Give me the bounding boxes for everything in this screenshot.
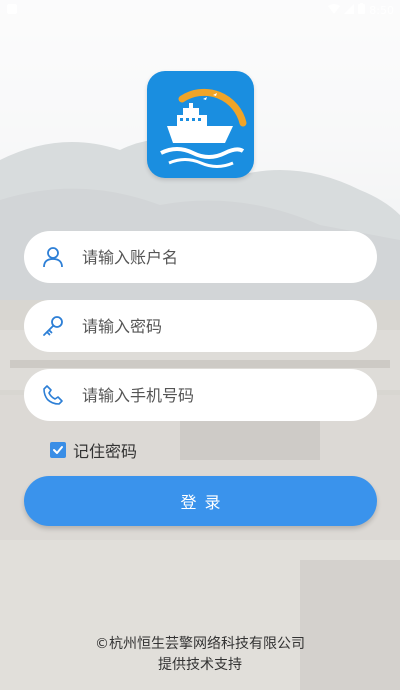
phone-icon <box>40 382 66 408</box>
remember-checkbox[interactable] <box>50 442 66 458</box>
account-field[interactable] <box>24 231 377 283</box>
footer-company: ©杭州恒生芸擎网络科技有限公司 <box>95 636 305 652</box>
status-time: 8:50 <box>369 3 394 17</box>
signal-icon <box>344 3 355 17</box>
login-screen: 8:50 请输入账户名 请输入手机号码 记住密码 登录 ©杭州恒生芸擎网络科技有… <box>0 0 400 690</box>
phone-field[interactable] <box>24 369 377 421</box>
password-field[interactable] <box>24 300 377 352</box>
app-logo <box>147 71 254 178</box>
remember-label: 记住密码 <box>73 442 138 461</box>
ship-logo-icon <box>160 88 247 168</box>
checkmark-icon <box>53 446 63 454</box>
account-input[interactable] <box>80 246 354 268</box>
footer-support: 提供技术支持 <box>158 657 242 673</box>
footer: ©杭州恒生芸擎网络科技有限公司 提供技术支持 <box>0 634 400 676</box>
user-icon <box>40 244 66 270</box>
notification-icon <box>6 3 18 18</box>
remember-password[interactable]: 记住密码 <box>50 438 137 462</box>
status-bar: 8:50 <box>0 0 400 20</box>
login-button[interactable]: 登录 <box>24 476 377 526</box>
phone-input[interactable] <box>80 384 354 406</box>
key-icon <box>40 313 66 339</box>
wifi-icon <box>328 3 341 17</box>
password-input[interactable] <box>80 315 354 337</box>
battery-icon <box>358 3 366 17</box>
